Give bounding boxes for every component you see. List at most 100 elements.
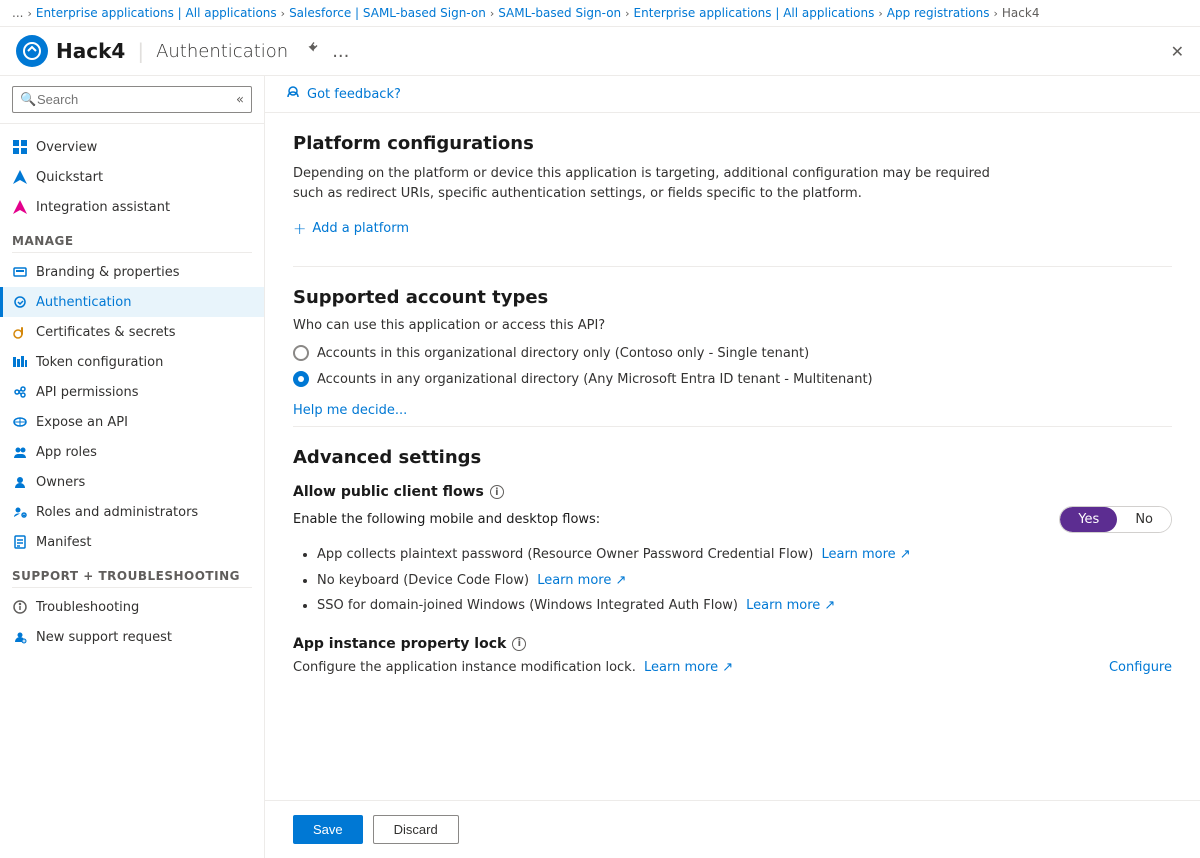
save-button[interactable]: Save [293, 815, 363, 844]
app-logo [16, 35, 48, 67]
breadcrumb-link-1[interactable]: Salesforce | SAML-based Sign-on [289, 6, 486, 20]
grid-icon [12, 139, 28, 155]
bullet-2-text: No keyboard (Device Code Flow) [317, 573, 529, 588]
public-flows-label-text: Allow public client flows [293, 484, 484, 500]
toggle-desc: Enable the following mobile and desktop … [293, 512, 600, 527]
radio-circle-single [293, 345, 309, 361]
sidebar-item-token[interactable]: Token configuration [0, 347, 264, 377]
toggle-no[interactable]: No [1117, 507, 1171, 532]
expose-api-label: Expose an API [36, 415, 128, 430]
authentication-icon [12, 294, 28, 310]
bullet-1-text: App collects plaintext password (Resourc… [317, 547, 813, 562]
sidebar-item-integration[interactable]: Integration assistant [0, 192, 264, 222]
manifest-label: Manifest [36, 535, 91, 550]
manifest-icon [12, 534, 28, 550]
lock-label-text: App instance property lock [293, 636, 506, 652]
breadcrumb-current: Hack4 [1002, 6, 1040, 20]
sidebar-item-overview[interactable]: Overview [0, 132, 264, 162]
roles-admins-label: Roles and administrators [36, 505, 198, 520]
api-permissions-label: API permissions [36, 385, 138, 400]
support-section-label: Support + Troubleshooting [0, 557, 264, 587]
sidebar-item-app-roles[interactable]: App roles [0, 437, 264, 467]
public-flows-bullets: App collects plaintext password (Resourc… [293, 545, 1172, 616]
sidebar-item-new-support[interactable]: New support request [0, 622, 264, 652]
branding-label: Branding & properties [36, 265, 180, 280]
add-platform-plus-icon: + [293, 219, 306, 238]
radio-multitenant[interactable]: Accounts in any organizational directory… [293, 371, 1172, 387]
sidebar-item-authentication[interactable]: Authentication [0, 287, 264, 317]
main-footer: Save Discard [265, 800, 1200, 858]
advanced-settings-section: Advanced settings Allow public client fl… [293, 447, 1172, 675]
search-input[interactable] [12, 86, 252, 113]
app-roles-icon [12, 444, 28, 460]
bullet-3: SSO for domain-joined Windows (Windows I… [317, 596, 1172, 616]
discard-button[interactable]: Discard [373, 815, 459, 844]
sidebar-item-manifest[interactable]: Manifest [0, 527, 264, 557]
certificates-label: Certificates & secrets [36, 325, 176, 340]
main-content: Platform configurations Depending on the… [265, 113, 1200, 800]
section-divider-2 [293, 426, 1172, 427]
search-icon: 🔍 [20, 92, 36, 107]
lock-desc: Configure the application instance modif… [293, 660, 733, 675]
sidebar-item-certificates[interactable]: Certificates & secrets [0, 317, 264, 347]
bullet-2: No keyboard (Device Code Flow) Learn mor… [317, 571, 1172, 591]
quickstart-icon [12, 169, 28, 185]
page-title: Authentication [156, 41, 288, 62]
help-me-decide-link[interactable]: Help me decide... [293, 403, 407, 418]
public-flows-setting: Allow public client flows i Enable the f… [293, 484, 1172, 616]
integration-icon [12, 199, 28, 215]
breadcrumb: ... › Enterprise applications | All appl… [0, 0, 1200, 27]
app-roles-label: App roles [36, 445, 97, 460]
platform-config-title: Platform configurations [293, 133, 1172, 154]
sidebar-nav: Overview Quickstart Integration assistan… [0, 124, 264, 858]
sidebar-item-roles-admins[interactable]: Roles and administrators [0, 497, 264, 527]
breadcrumb-link-2[interactable]: SAML-based Sign-on [498, 6, 621, 20]
lock-learn-more-link[interactable]: Learn more ↗ [644, 660, 733, 675]
breadcrumb-dots: ... [12, 6, 23, 20]
feedback-bar: Got feedback? [265, 76, 1200, 113]
main-layout: 🔍 « Overview Quickstart [0, 76, 1200, 858]
close-button[interactable]: ✕ [1171, 42, 1184, 61]
lock-title: App instance property lock i [293, 636, 1172, 652]
bullet-1-link[interactable]: Learn more ↗ [822, 547, 911, 562]
token-label: Token configuration [36, 355, 163, 370]
breadcrumb-link-3[interactable]: Enterprise applications | All applicatio… [634, 6, 875, 20]
sidebar-item-expose-api[interactable]: Expose an API [0, 407, 264, 437]
breadcrumb-link-4[interactable]: App registrations [887, 6, 990, 20]
radio-single-tenant[interactable]: Accounts in this organizational director… [293, 345, 1172, 361]
breadcrumb-link-0[interactable]: Enterprise applications | All applicatio… [36, 6, 277, 20]
sidebar-item-troubleshooting[interactable]: Troubleshooting [0, 592, 264, 622]
more-button[interactable]: ... [332, 41, 349, 62]
sidebar-item-api-permissions[interactable]: API permissions [0, 377, 264, 407]
owners-label: Owners [36, 475, 85, 490]
toggle-yes[interactable]: Yes [1060, 507, 1117, 532]
troubleshooting-label: Troubleshooting [36, 600, 139, 615]
bullet-2-link[interactable]: Learn more ↗ [537, 573, 626, 588]
toggle-row: Enable the following mobile and desktop … [293, 506, 1172, 533]
radio-single-label: Accounts in this organizational director… [317, 346, 809, 361]
sidebar-item-quickstart[interactable]: Quickstart [0, 162, 264, 192]
bullet-3-link[interactable]: Learn more ↗ [746, 598, 835, 613]
feedback-link[interactable]: Got feedback? [307, 87, 401, 102]
authentication-label: Authentication [36, 295, 131, 310]
toggle-button[interactable]: Yes No [1059, 506, 1172, 533]
sidebar-item-branding[interactable]: Branding & properties [0, 257, 264, 287]
logo-icon [22, 41, 42, 61]
overview-label: Overview [36, 140, 97, 155]
advanced-title: Advanced settings [293, 447, 1172, 468]
section-divider-1 [293, 266, 1172, 267]
roles-icon [12, 504, 28, 520]
page-header: Hack4 | Authentication ... ✕ [0, 27, 1200, 76]
public-flows-info-icon[interactable]: i [490, 485, 504, 499]
sidebar-item-owners[interactable]: Owners [0, 467, 264, 497]
add-platform-button[interactable]: + Add a platform [293, 219, 1172, 238]
owners-icon [12, 474, 28, 490]
lock-info-icon[interactable]: i [512, 637, 526, 651]
api-permissions-icon [12, 384, 28, 400]
configure-link[interactable]: Configure [1109, 660, 1172, 675]
bullet-3-text: SSO for domain-joined Windows (Windows I… [317, 598, 738, 613]
property-lock-setting: App instance property lock i Configure t… [293, 636, 1172, 675]
certificates-icon [12, 324, 28, 340]
pin-button[interactable] [304, 41, 320, 61]
collapse-button[interactable]: « [236, 92, 244, 107]
